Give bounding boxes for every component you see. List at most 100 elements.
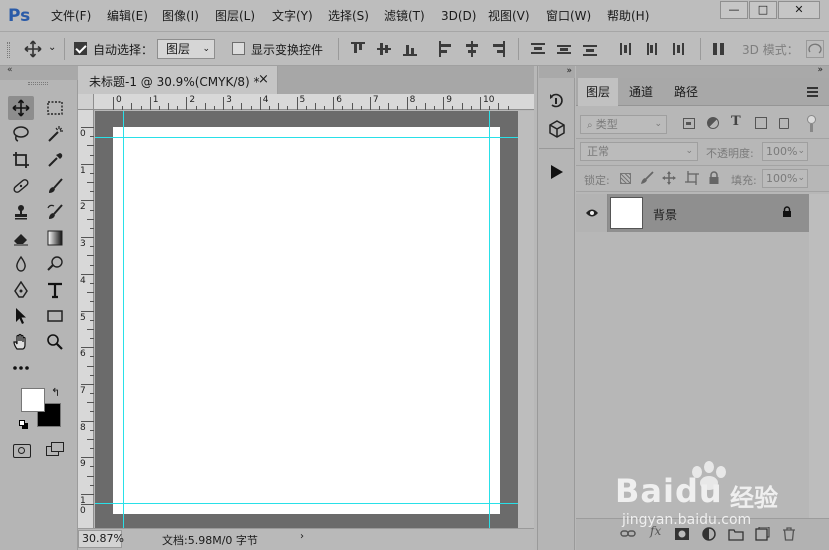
close-button[interactable]: ✕ [778, 1, 820, 19]
default-colors-icon[interactable] [19, 420, 28, 429]
lock-all-icon[interactable] [708, 171, 720, 188]
layer-thumbnail[interactable] [610, 197, 643, 229]
more-tools-button[interactable] [8, 356, 34, 380]
menu-help[interactable]: 帮助(H) [607, 8, 649, 24]
history-brush-tool[interactable] [42, 200, 68, 224]
filter-shape-icon[interactable] [755, 117, 767, 129]
menu-image[interactable]: 图像(I) [162, 8, 199, 24]
distribute-hcenter-icon[interactable] [645, 41, 659, 57]
screen-mode-icon[interactable] [46, 442, 66, 458]
layer-row[interactable]: 背景 [576, 194, 809, 232]
filter-toggle-icon[interactable] [807, 115, 816, 124]
filter-adjustment-icon[interactable] [707, 117, 719, 129]
eraser-tool[interactable] [8, 226, 34, 250]
zoom-level-field[interactable]: 30.87% [78, 530, 124, 548]
gradient-tool[interactable] [42, 226, 68, 250]
guide-horizontal-top[interactable] [95, 137, 518, 138]
menu-view[interactable]: 视图(V) [488, 8, 530, 24]
minimize-button[interactable]: — [720, 1, 748, 19]
tab-paths[interactable]: 路径 [666, 78, 706, 106]
collapse-icon[interactable]: » [539, 66, 575, 78]
menu-filter[interactable]: 滤镜(T) [384, 8, 425, 24]
blur-tool[interactable] [8, 252, 34, 276]
align-bottom-icon[interactable] [403, 41, 417, 57]
filter-smartobject-icon[interactable] [779, 116, 789, 130]
type-tool[interactable] [42, 278, 68, 302]
history-panel-icon[interactable] [549, 92, 565, 113]
align-left-icon[interactable] [439, 41, 453, 57]
distribute-top-icon[interactable] [531, 41, 545, 57]
menu-select[interactable]: 选择(S) [328, 8, 369, 24]
quick-mask-icon[interactable] [13, 444, 31, 458]
align-vcenter-icon[interactable] [377, 41, 391, 57]
marquee-tool[interactable] [42, 96, 68, 120]
menu-file[interactable]: 文件(F) [51, 8, 91, 24]
distribute-bottom-icon[interactable] [583, 41, 597, 57]
healing-brush-tool[interactable] [8, 174, 34, 198]
rectangle-tool[interactable] [42, 304, 68, 328]
move-tool[interactable] [8, 96, 34, 120]
lock-position-icon[interactable] [662, 171, 676, 188]
ruler-origin[interactable] [78, 94, 94, 110]
info-arrow-icon[interactable]: › [300, 531, 304, 542]
3d-panel-icon[interactable] [549, 120, 565, 141]
fill-field[interactable]: 100% ⌄ [762, 169, 808, 188]
toolbar-collapse-strip[interactable]: « [0, 65, 78, 80]
lasso-tool[interactable] [8, 122, 34, 146]
grip-handle[interactable] [28, 82, 48, 85]
collapse-icon[interactable]: « [7, 65, 13, 75]
grip-handle[interactable] [7, 42, 10, 58]
path-selection-tool[interactable] [8, 304, 34, 328]
vertical-ruler[interactable]: 012345678910 [78, 110, 94, 528]
menu-window[interactable]: 窗口(W) [546, 8, 591, 24]
lock-artboard-icon[interactable] [685, 171, 699, 188]
layer-filter-dropdown[interactable]: ⌕ 类型 ⌄ [580, 115, 667, 134]
align-top-icon[interactable] [351, 41, 365, 57]
maximize-button[interactable]: □ [749, 1, 777, 19]
align-right-icon[interactable] [491, 41, 505, 57]
menu-type[interactable]: 文字(Y) [272, 8, 313, 24]
lock-pixels-icon[interactable] [640, 171, 654, 188]
panel-menu-icon[interactable] [807, 85, 819, 97]
tab-channels[interactable]: 通道 [621, 78, 661, 106]
blend-mode-dropdown[interactable]: 正常 ⌄ [580, 142, 698, 161]
hand-tool[interactable] [8, 330, 34, 354]
foreground-color-swatch[interactable] [21, 388, 45, 412]
lock-transparent-icon[interactable] [620, 173, 631, 184]
document-canvas[interactable] [113, 127, 500, 514]
brush-tool[interactable] [42, 174, 68, 198]
guide-vertical-left[interactable] [123, 111, 124, 528]
clone-stamp-tool[interactable] [8, 200, 34, 224]
distribute-vcenter-icon[interactable] [557, 41, 571, 57]
pen-tool[interactable] [8, 278, 34, 302]
zoom-tool[interactable] [42, 330, 68, 354]
dodge-tool[interactable] [42, 252, 68, 276]
filter-type-icon[interactable]: T [731, 114, 741, 129]
auto-select-checkbox[interactable] [74, 42, 87, 55]
distribute-left-icon[interactable] [619, 41, 633, 57]
menu-edit[interactable]: 编辑(E) [107, 8, 148, 24]
swap-colors-icon[interactable]: ↰ [51, 386, 60, 399]
crop-tool[interactable] [8, 148, 34, 172]
layer-name[interactable]: 背景 [653, 206, 677, 223]
distribute-right-icon[interactable] [671, 41, 685, 57]
3d-rotate-icon[interactable] [806, 40, 824, 58]
align-hcenter-icon[interactable] [465, 41, 479, 57]
menu-layer[interactable]: 图层(L) [215, 8, 255, 24]
close-tab-icon[interactable]: × [258, 72, 269, 87]
guide-vertical-right[interactable] [489, 111, 490, 528]
menu-3d[interactable]: 3D(D) [441, 8, 476, 24]
auto-select-dropdown[interactable]: 图层 ⌄ [157, 39, 215, 59]
tab-layers[interactable]: 图层 [578, 78, 619, 106]
show-transform-checkbox[interactable] [232, 42, 245, 55]
visibility-toggle[interactable] [576, 194, 608, 232]
filter-pixel-icon[interactable] [683, 118, 695, 129]
horizontal-ruler[interactable]: 0 1 2 3 4 5 6 7 8 9 10 [78, 94, 534, 110]
actions-play-icon[interactable] [550, 164, 564, 183]
auto-align-icon[interactable] [712, 41, 726, 57]
collapse-icon[interactable]: » [817, 65, 823, 75]
move-tool-preset-icon[interactable] [24, 40, 42, 61]
guide-horizontal-bottom[interactable] [95, 503, 518, 504]
opacity-field[interactable]: 100% ⌄ [762, 142, 808, 161]
eyedropper-tool[interactable] [42, 148, 68, 172]
